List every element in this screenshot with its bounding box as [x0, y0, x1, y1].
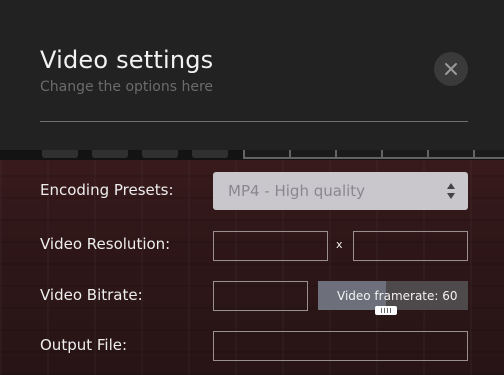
resolution-height-input[interactable]	[353, 231, 468, 261]
encoding-presets-value: MP4 - High quality	[228, 182, 366, 200]
framerate-slider-label: Video framerate: 60	[337, 289, 458, 303]
resolution-separator: x	[336, 238, 343, 251]
output-file-input[interactable]	[213, 331, 468, 361]
close-button[interactable]	[434, 52, 468, 86]
header-divider	[40, 121, 468, 122]
encoding-presets-label: Encoding Presets:	[40, 181, 174, 199]
resolution-width-input[interactable]	[213, 231, 328, 261]
video-resolution-label: Video Resolution:	[40, 235, 171, 253]
framerate-slider-handle[interactable]	[375, 306, 397, 315]
select-arrows-icon	[447, 183, 455, 199]
video-bitrate-label: Video Bitrate:	[40, 286, 143, 304]
video-bitrate-input[interactable]	[213, 281, 308, 311]
dialog-title: Video settings	[40, 46, 214, 74]
close-icon	[445, 63, 457, 75]
dialog-header: Video settings Change the options here	[0, 0, 504, 150]
output-file-label: Output File:	[40, 336, 128, 354]
encoding-presets-select[interactable]: MP4 - High quality	[213, 172, 468, 210]
dialog-subtitle: Change the options here	[40, 79, 214, 95]
